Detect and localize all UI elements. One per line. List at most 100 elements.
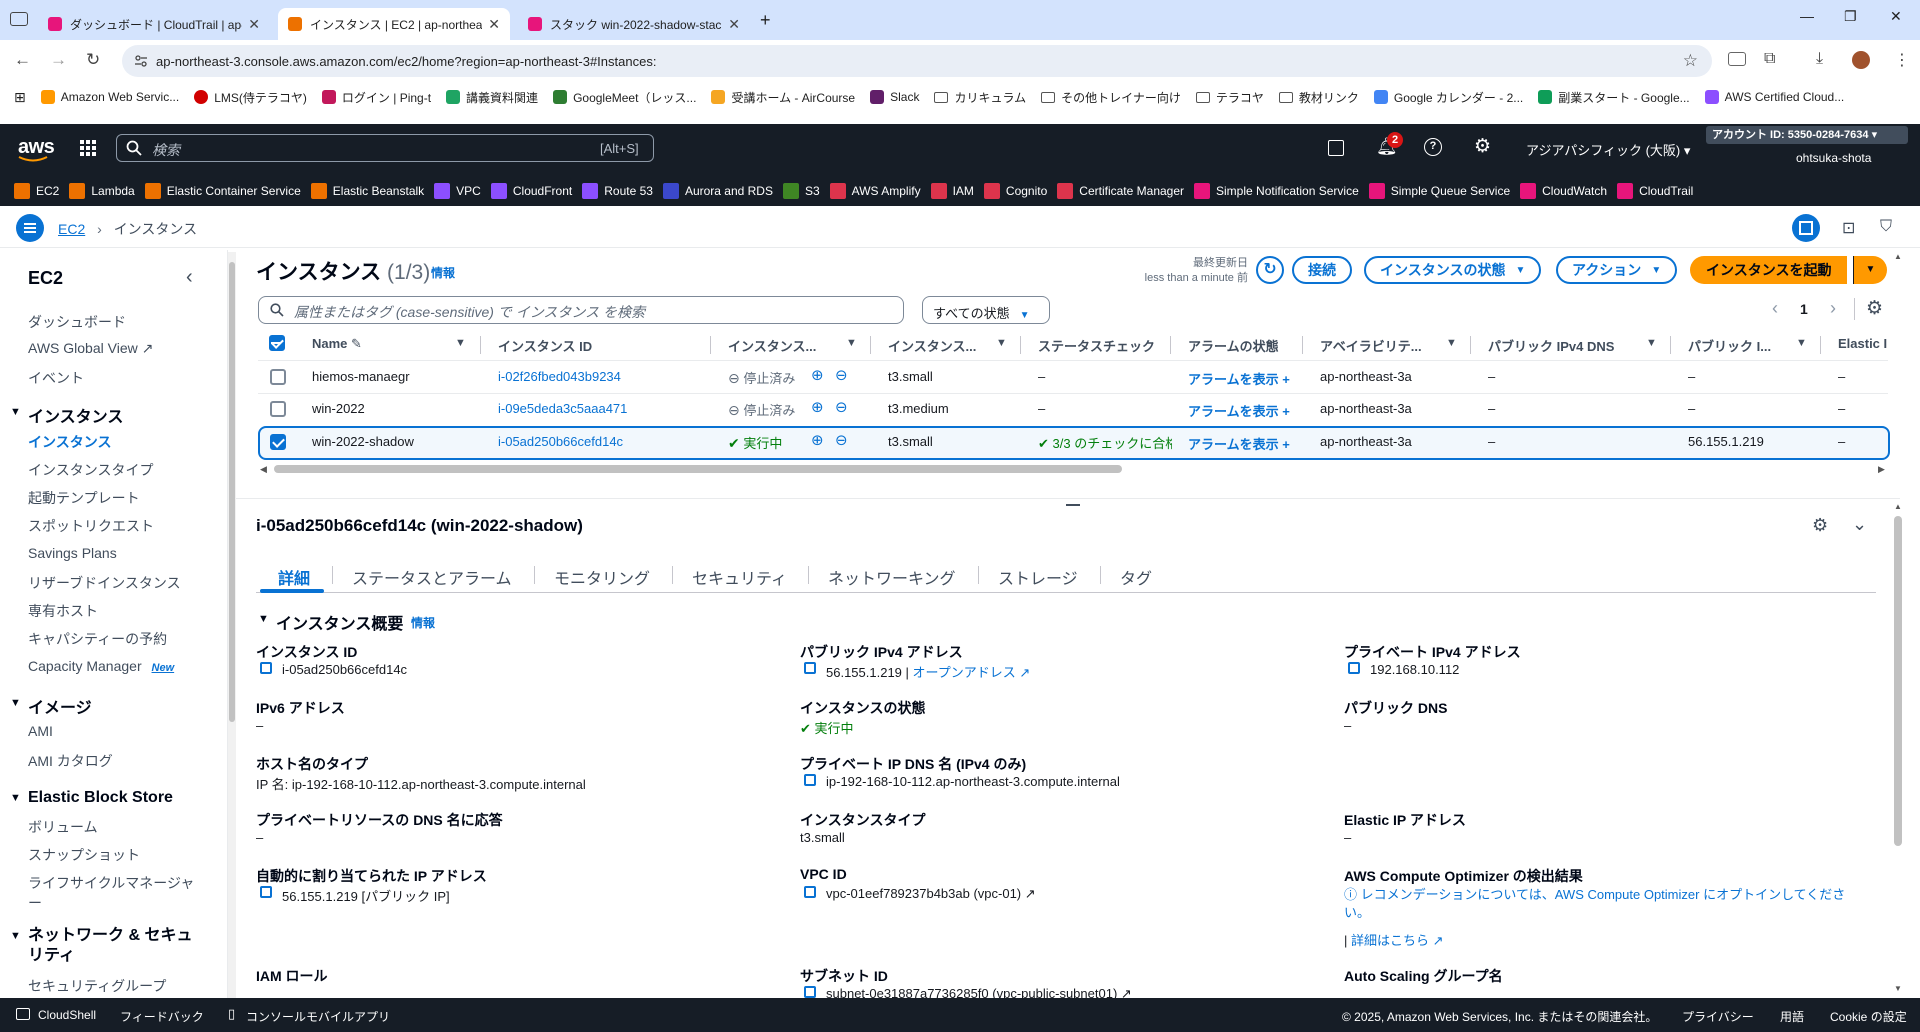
- tab-status-alarms[interactable]: ステータスとアラーム: [352, 565, 512, 589]
- bookmark-star-icon[interactable]: ☆: [1683, 51, 1698, 71]
- instance-id-link[interactable]: i-02f26fbed043b9234: [498, 369, 621, 384]
- value-vpc-id-link[interactable]: vpc-01eef789237b4b3ab (vpc-01) ↗: [826, 886, 1036, 902]
- details-scrollbar-thumb[interactable]: [1894, 516, 1902, 846]
- copy-icon[interactable]: [804, 774, 816, 786]
- column-header-instance-state[interactable]: インスタンス...: [728, 336, 828, 355]
- terms-link[interactable]: 用語: [1780, 1008, 1804, 1025]
- minimize-icon[interactable]: —: [1800, 8, 1814, 24]
- fav-lambda[interactable]: Lambda: [69, 182, 135, 199]
- learn-more-link[interactable]: 詳細はこちら: [1351, 933, 1429, 948]
- bookmark-folder-curriculum[interactable]: カリキュラム: [934, 89, 1026, 106]
- bookmark-sheets[interactable]: 副業スタート - Google...: [1538, 89, 1690, 106]
- zoom-in-icon[interactable]: ⊕: [811, 366, 824, 384]
- feedback-link[interactable]: フィードバック: [120, 1008, 204, 1025]
- tab-monitoring[interactable]: モニタリング: [554, 565, 650, 589]
- fav-cloudwatch[interactable]: CloudWatch: [1520, 182, 1607, 199]
- column-header-instance-type[interactable]: インスタンス...: [888, 336, 988, 355]
- actions-button[interactable]: アクション ▼: [1556, 256, 1678, 284]
- close-tab-icon[interactable]: ✕: [488, 16, 500, 33]
- refresh-icon[interactable]: ↻: [1256, 256, 1284, 284]
- zoom-out-icon[interactable]: ⊖: [835, 431, 848, 449]
- nav-item-instance-types[interactable]: インスタンスタイプ: [28, 460, 153, 480]
- nav-item-spot-requests[interactable]: スポットリクエスト: [28, 516, 154, 536]
- column-header-name[interactable]: Name ✎: [312, 336, 362, 352]
- row-checkbox[interactable]: [270, 401, 286, 417]
- info-panel-toggle-icon[interactable]: [1792, 214, 1820, 242]
- fav-acm[interactable]: Certificate Manager: [1057, 182, 1184, 199]
- filter-caret-icon[interactable]: ▼: [846, 337, 857, 349]
- launch-dropdown-caret-icon[interactable]: ▼: [1853, 256, 1887, 284]
- nav-section-network-security[interactable]: ネットワーク & セキュリティ: [28, 926, 198, 966]
- nav-item-events[interactable]: イベント: [28, 368, 84, 388]
- tab-security[interactable]: セキュリティ: [692, 565, 787, 589]
- bookmark-lms[interactable]: LMS(侍テラコヤ): [194, 89, 307, 106]
- filter-caret-icon[interactable]: ▼: [1646, 337, 1657, 349]
- value-subnet-id-link[interactable]: subnet-0e31887a7736285f0 (vpc-public-sub…: [826, 986, 1132, 998]
- nav-item-capacity-manager[interactable]: Capacity Manager New: [28, 658, 174, 674]
- cookie-settings-link[interactable]: Cookie の設定: [1830, 1008, 1907, 1025]
- fav-s3[interactable]: S3: [782, 182, 820, 199]
- copy-icon[interactable]: [1348, 662, 1360, 674]
- nav-item-instances[interactable]: インスタンス: [28, 432, 111, 452]
- site-info-icon[interactable]: [134, 54, 148, 68]
- view-alarms-link[interactable]: アラームを表示 +: [1188, 401, 1290, 420]
- back-icon[interactable]: ←: [14, 50, 31, 70]
- services-grid-icon[interactable]: [80, 140, 96, 156]
- apps-grid-icon[interactable]: ⊞: [14, 89, 26, 106]
- fav-route53[interactable]: Route 53: [582, 182, 653, 199]
- view-alarms-link[interactable]: アラームを表示 +: [1188, 434, 1290, 453]
- bookmark-ping-t[interactable]: ログイン | Ping-t: [321, 89, 431, 106]
- bookmark-slack[interactable]: Slack: [870, 90, 919, 104]
- instance-id-link[interactable]: i-05ad250b66cefd14c: [498, 434, 623, 449]
- scroll-down-icon[interactable]: ▼: [1894, 984, 1902, 993]
- cloudshell-icon[interactable]: [1328, 140, 1344, 156]
- table-horizontal-scrollbar[interactable]: [274, 465, 1122, 473]
- zoom-out-icon[interactable]: ⊖: [835, 398, 848, 416]
- next-page-icon[interactable]: ›: [1830, 298, 1836, 319]
- zoom-out-icon[interactable]: ⊖: [835, 366, 848, 384]
- copy-icon[interactable]: [260, 662, 272, 674]
- nav-item-capacity-reservations[interactable]: キャパシティーの予約: [28, 629, 167, 649]
- filter-caret-icon[interactable]: ▼: [996, 337, 1007, 349]
- column-header-elastic-ip[interactable]: Elastic I: [1838, 336, 1888, 351]
- collapse-nav-icon[interactable]: ‹: [186, 266, 193, 289]
- nav-scrollbar-thumb[interactable]: [229, 262, 235, 722]
- browser-tab-cloudformation[interactable]: スタック win-2022-shadow-stack ✕: [518, 8, 750, 40]
- instance-state-button[interactable]: インスタンスの状態 ▼: [1364, 256, 1542, 284]
- close-tab-icon[interactable]: ✕: [728, 16, 740, 33]
- column-header-public-dns[interactable]: パブリック IPv4 DNS: [1488, 336, 1614, 355]
- browser-menu-icon[interactable]: ⋮: [1894, 50, 1910, 70]
- prev-page-icon[interactable]: ‹: [1772, 298, 1778, 319]
- value-instance-type-link[interactable]: t3.small: [800, 830, 845, 845]
- fav-amplify[interactable]: AWS Amplify: [829, 182, 921, 199]
- fav-cognito[interactable]: Cognito: [983, 182, 1047, 199]
- restore-icon[interactable]: ❐: [1844, 8, 1857, 25]
- fav-sns[interactable]: Simple Notification Service: [1194, 182, 1359, 199]
- screenshot-icon[interactable]: [1728, 52, 1746, 66]
- new-tab-icon[interactable]: +: [760, 10, 771, 31]
- bookmark-meet[interactable]: GoogleMeet（レッス...: [553, 89, 696, 106]
- nav-item-launch-templates[interactable]: 起動テンプレート: [28, 488, 140, 508]
- nav-item-volumes[interactable]: ボリューム: [28, 817, 98, 837]
- browser-tab-ec2[interactable]: インスタンス | EC2 | ap-northeast- ✕: [278, 8, 510, 40]
- download-icon[interactable]: ⤓: [1816, 50, 1823, 68]
- tab-networking[interactable]: ネットワーキング: [828, 565, 956, 589]
- fav-beanstalk[interactable]: Elastic Beanstalk: [310, 182, 424, 199]
- table-preferences-gear-icon[interactable]: ⚙: [1866, 297, 1883, 320]
- fav-ec2[interactable]: EC2: [14, 182, 59, 199]
- nav-item-reserved-instances[interactable]: リザーブドインスタンス: [28, 573, 181, 593]
- caret-down-icon[interactable]: ▼: [10, 930, 21, 942]
- scroll-right-icon[interactable]: ▶: [1878, 464, 1885, 475]
- fav-iam[interactable]: IAM: [930, 182, 974, 199]
- connect-button[interactable]: 接続: [1292, 256, 1352, 284]
- caret-down-icon[interactable]: ▼: [10, 792, 21, 804]
- account-id-badge[interactable]: アカウント ID: 5350-0284-7634 ▾: [1706, 126, 1908, 144]
- nav-menu-icon[interactable]: [16, 214, 44, 242]
- scroll-left-icon[interactable]: ◀: [260, 464, 267, 475]
- extensions-icon[interactable]: ⧉: [1764, 50, 1775, 68]
- filter-caret-icon[interactable]: ▼: [1796, 337, 1807, 349]
- help-icon[interactable]: ?: [1424, 138, 1442, 156]
- chevron-down-icon[interactable]: ⌄: [1852, 514, 1867, 535]
- notifications-panel-icon[interactable]: ⊡: [1842, 218, 1855, 238]
- caret-down-icon[interactable]: ▼: [10, 406, 21, 418]
